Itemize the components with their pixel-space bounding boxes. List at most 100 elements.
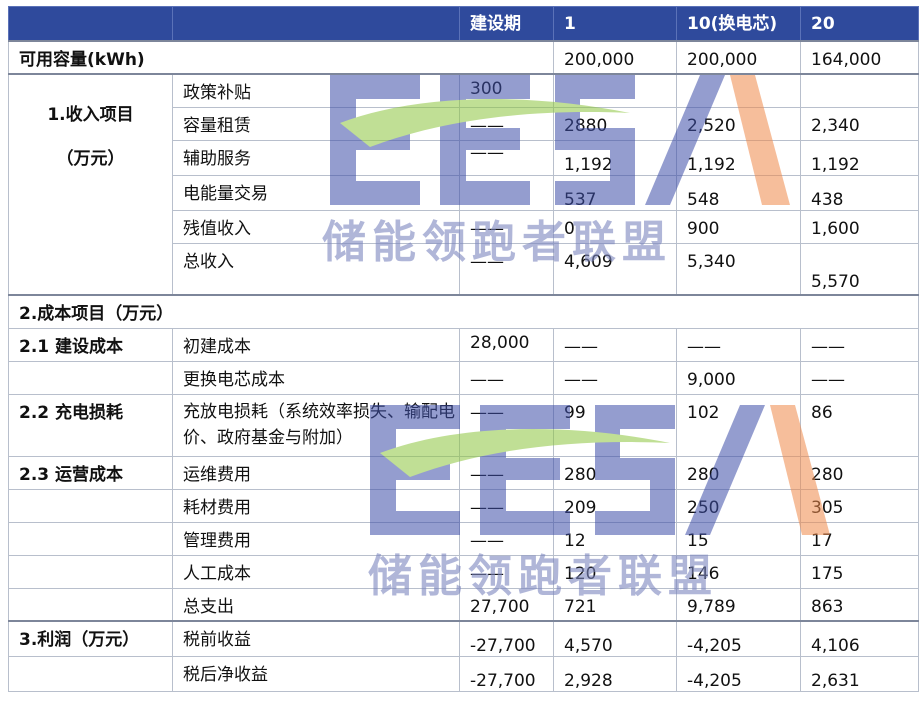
table-cell: 9,000: [676, 360, 801, 395]
table-cell: 99: [553, 393, 677, 457]
table-cell: [8, 360, 173, 395]
table-cell: 15: [676, 521, 801, 556]
table-cell: 9,789: [676, 587, 801, 622]
capacity-label: 可用容量(kWh): [8, 40, 554, 75]
header-year-1: 1: [553, 6, 677, 42]
table-cell: 电能量交易: [172, 174, 460, 211]
table-cell: 12: [553, 521, 677, 556]
table-cell: 管理费用: [172, 521, 460, 556]
header-cell-empty-1: [8, 6, 173, 42]
table-cell: ——: [459, 521, 554, 556]
table-row: 3.利润（万元） 税前收益 -27,700 4,570 -4,205 4,106: [8, 620, 919, 657]
table-cell: 548: [676, 174, 801, 211]
table-cell: ——: [459, 209, 554, 244]
table-cell: 438: [800, 174, 919, 211]
table-cell: 总支出: [172, 587, 460, 622]
table-cell: 250: [676, 488, 801, 523]
charge-group-label: 2.2 充电损耗: [8, 393, 173, 457]
table-cell: 120: [553, 554, 677, 589]
capacity-row: 可用容量(kWh) 200,000 200,000 164,000: [8, 40, 919, 75]
table-cell: 1,192: [676, 139, 801, 176]
table-cell: 900: [676, 209, 801, 244]
table-cell: 17: [800, 521, 919, 556]
table-cell: 300: [459, 73, 554, 108]
table-cell: 运维费用: [172, 455, 460, 490]
header-year-20: 20: [800, 6, 919, 42]
table-cell: ——: [553, 360, 677, 395]
table-cell: 280: [800, 455, 919, 490]
table-row: 1.收入项目 （万元） 政策补贴 300: [8, 73, 919, 296]
cost-title: 2.成本项目（万元）: [8, 294, 919, 329]
table-cell: 初建成本: [172, 327, 460, 362]
table-row: 管理费用 —— 12 15 17: [8, 521, 919, 556]
table-cell: ——: [459, 455, 554, 490]
table-cell: -27,700: [459, 656, 554, 692]
table-cell: 更换电芯成本: [172, 360, 460, 395]
table-cell: -27,700: [459, 620, 554, 657]
table-row: 2.2 充电损耗 充放电损耗（系统效率损失、输配电价、政府基金与附加） —— 9…: [8, 393, 919, 457]
table-cell: [676, 73, 801, 108]
table-row: 2.1 建设成本 初建成本 28,000 —— —— ——: [8, 327, 919, 362]
table-cell: ——: [459, 242, 554, 296]
table-cell: 2,520: [676, 106, 801, 141]
table-cell: 164,000: [800, 40, 919, 75]
table-cell: 305: [800, 488, 919, 523]
table-cell: ——: [553, 327, 677, 362]
table-cell: [800, 73, 919, 108]
table-cell: 102: [676, 393, 801, 457]
table-cell: 4,106: [800, 620, 919, 657]
table-cell: 总收入: [172, 242, 460, 296]
table-cell: [459, 174, 554, 211]
table-cell: 2880: [553, 106, 677, 141]
table-cell: 280: [676, 455, 801, 490]
table-cell: 27,700: [459, 587, 554, 622]
table-cell: 4,570: [553, 620, 677, 657]
financial-table: 建设期 1 10(换电芯) 20 可用容量(kWh) 200,000 200,0…: [8, 6, 919, 692]
table-cell: 86: [800, 393, 919, 457]
table-cell: 1,192: [800, 139, 919, 176]
table-cell: 200,000: [676, 40, 801, 75]
table-cell: ——: [459, 488, 554, 523]
table-cell: 2,631: [800, 656, 919, 692]
table-row: 总支出 27,700 721 9,789 863: [8, 587, 919, 622]
header-row: 建设期 1 10(换电芯) 20: [8, 6, 919, 42]
table-cell: 209: [553, 488, 677, 523]
table-cell: 残值收入: [172, 209, 460, 244]
table-cell: ——: [800, 327, 919, 362]
header-cell-empty-2: [172, 6, 460, 42]
profit-group-label: 3.利润（万元）: [8, 620, 173, 657]
table-row: 耗材费用 —— 209 250 305: [8, 488, 919, 523]
table-cell: 2,340: [800, 106, 919, 141]
table-row: 人工成本 —— 120 146 175: [8, 554, 919, 589]
table-cell: 5,570: [800, 242, 919, 296]
table-cell: 4,609: [553, 242, 677, 296]
table-cell: ——: [800, 360, 919, 395]
table-cell: ——: [459, 554, 554, 589]
table-cell: 28,000: [459, 327, 554, 362]
table-cell: 2,928: [553, 656, 677, 692]
table-row: 2.3 运营成本 运维费用 —— 280 280 280: [8, 455, 919, 490]
table-row: 更换电芯成本 —— —— 9,000 ——: [8, 360, 919, 395]
table-cell: 1,192: [553, 139, 677, 176]
ops-group-label: 2.3 运营成本: [8, 455, 173, 490]
table-cell: 辅助服务: [172, 139, 460, 176]
table-cell: -4,205: [676, 620, 801, 657]
table-cell: 1,600: [800, 209, 919, 244]
table-cell: 146: [676, 554, 801, 589]
build-group-label: 2.1 建设成本: [8, 327, 173, 362]
table-cell: ——: [676, 327, 801, 362]
table-cell: 耗材费用: [172, 488, 460, 523]
table-cell: [8, 521, 173, 556]
table-cell: 537: [553, 174, 677, 211]
table-cell: 人工成本: [172, 554, 460, 589]
header-construction: 建设期: [459, 6, 554, 42]
table-cell: 税后净收益: [172, 656, 460, 692]
table-cell: 0: [553, 209, 677, 244]
table-cell: 721: [553, 587, 677, 622]
table-cell: 税前收益: [172, 620, 460, 657]
table-cell: -4,205: [676, 656, 801, 692]
table-cell: 容量租赁: [172, 106, 460, 141]
table-cell: [8, 554, 173, 589]
table-cell: 政策补贴: [172, 73, 460, 108]
table-cell: [553, 73, 677, 108]
